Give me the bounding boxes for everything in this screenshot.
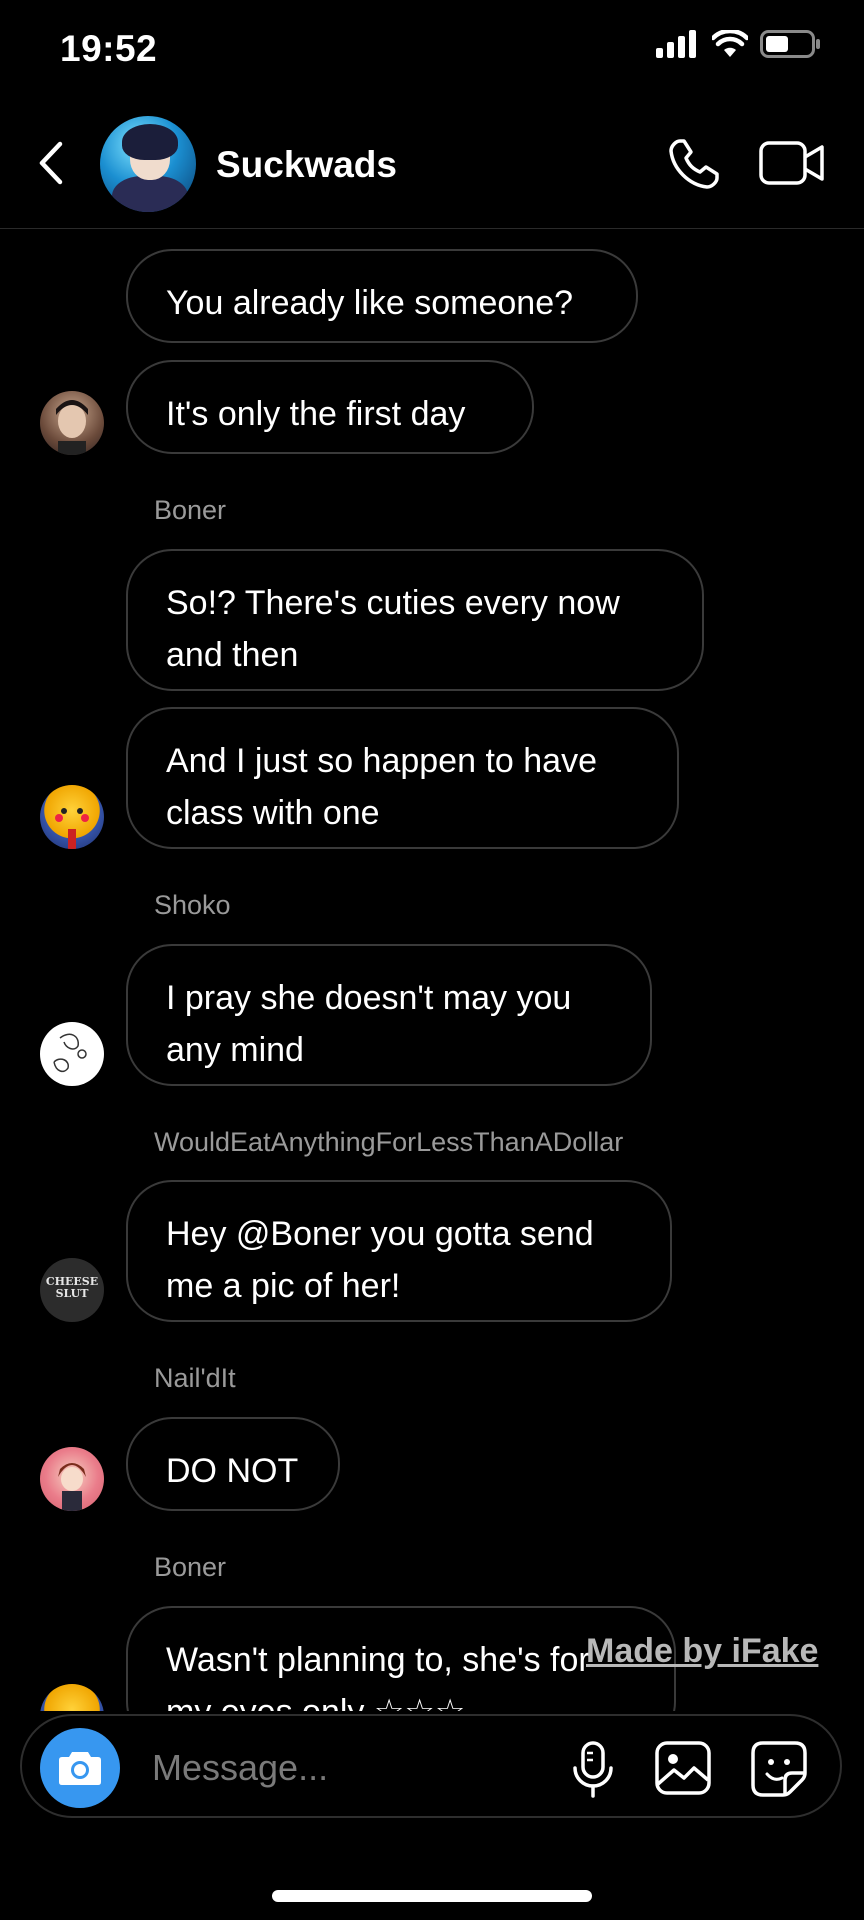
message-composer <box>20 1714 842 1818</box>
avatar[interactable] <box>40 391 104 455</box>
message-bubble[interactable]: It's only the first day <box>126 360 534 454</box>
sender-name: Boner <box>154 495 227 525</box>
group-avatar[interactable] <box>100 116 196 212</box>
message-thread[interactable]: You already like someone? It's only the … <box>0 229 864 1711</box>
chevron-left-icon[interactable] <box>34 140 68 186</box>
avatar[interactable]: CHEESE SLUT <box>40 1258 104 1322</box>
watermark-text: Made by iFake <box>586 1632 819 1670</box>
camera-icon <box>59 1752 101 1785</box>
message-bubble[interactable]: So!? There's cuties every now and then <box>126 549 704 691</box>
image-icon[interactable] <box>654 1740 712 1796</box>
sender-name: Boner <box>154 1552 227 1582</box>
cellular-signal-icon <box>656 30 696 58</box>
message-bubble[interactable]: Hey @Boner you gotta send me a pic of he… <box>126 1180 672 1322</box>
video-camera-icon[interactable] <box>758 140 826 186</box>
camera-button[interactable] <box>40 1728 120 1808</box>
message-bubble[interactable]: DO NOT <box>126 1417 340 1511</box>
phone-icon[interactable] <box>666 136 722 192</box>
message-input[interactable] <box>150 1742 574 1794</box>
chat-title[interactable]: Suckwads <box>216 144 397 186</box>
battery-icon <box>760 30 820 58</box>
avatar[interactable] <box>40 785 104 849</box>
message-bubble[interactable]: I pray she doesn't may you any mind <box>126 944 652 1086</box>
sender-name: WouldEatAnythingForLessThanADollar <box>154 1127 624 1157</box>
status-time: 19:52 <box>60 28 158 69</box>
avatar[interactable] <box>40 1447 104 1511</box>
message-bubble[interactable]: And I just so happen to have class with … <box>126 707 679 849</box>
sender-name: Shoko <box>154 890 231 920</box>
sender-name: Nail'dIt <box>154 1363 236 1393</box>
avatar[interactable] <box>40 1022 104 1086</box>
sticker-icon[interactable] <box>750 1740 808 1798</box>
status-bar: 19:52 <box>0 0 864 100</box>
avatar-cheese-text: CHEESE SLUT <box>45 1275 99 1300</box>
avatar[interactable] <box>40 1684 104 1711</box>
wifi-icon <box>712 30 748 57</box>
message-bubble[interactable]: You already like someone? <box>126 249 638 343</box>
chat-header: Suckwads <box>0 100 864 229</box>
home-indicator <box>272 1890 592 1902</box>
microphone-icon[interactable] <box>570 1740 616 1798</box>
